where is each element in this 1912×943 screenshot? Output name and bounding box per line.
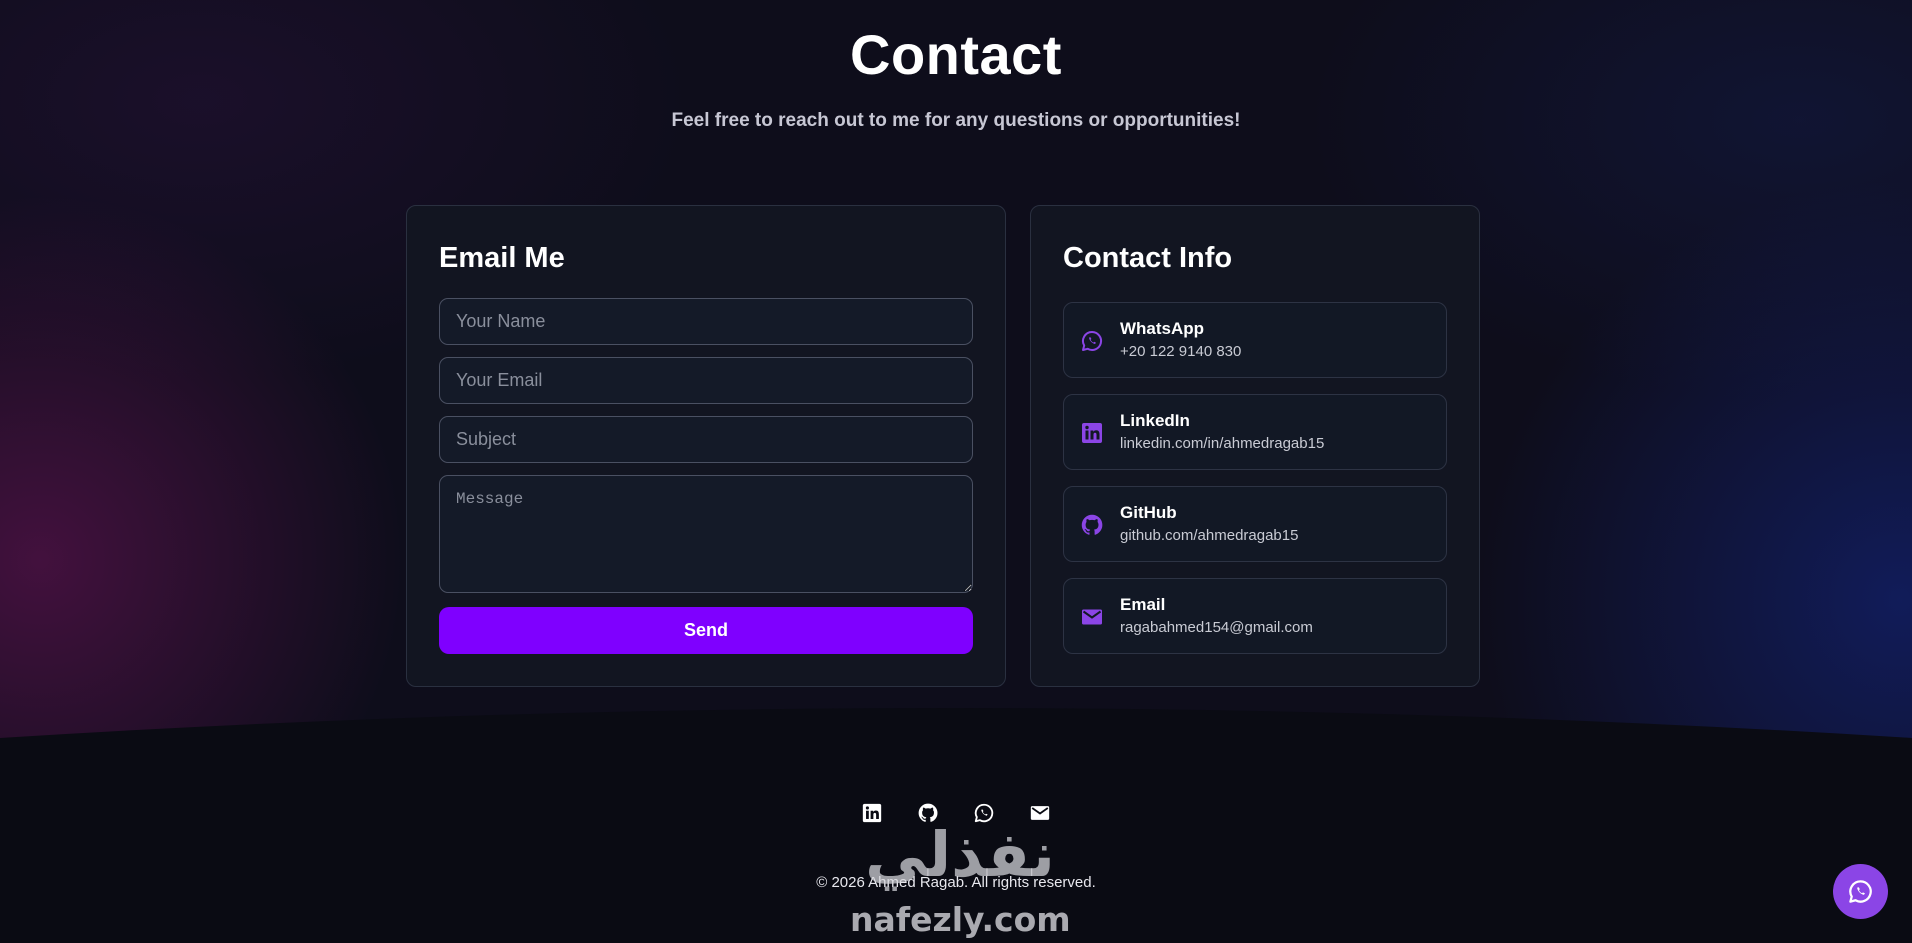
email-form-card: Email Me Send xyxy=(406,205,1006,687)
name-input[interactable] xyxy=(439,298,973,345)
contact-item-email[interactable]: Email ragabahmed154@gmail.com xyxy=(1063,578,1447,654)
contact-item-label: WhatsApp xyxy=(1120,319,1205,338)
page-subtitle: Feel free to reach out to me for any que… xyxy=(671,110,1241,131)
contact-item-label: LinkedIn xyxy=(1120,411,1190,430)
contact-info-title: Contact Info xyxy=(1063,242,1233,274)
contact-item-label: GitHub xyxy=(1120,503,1177,522)
contact-item-value: github.com/ahmedragab15 xyxy=(1120,527,1299,544)
github-icon xyxy=(1081,514,1103,535)
mail-icon xyxy=(1082,609,1102,625)
watermark-logo: نفذلي nafezly.com xyxy=(850,818,1071,943)
send-button[interactable]: Send xyxy=(439,607,973,654)
linkedin-icon xyxy=(1082,423,1102,443)
contact-item-github[interactable]: GitHub github.com/ahmedragab15 xyxy=(1063,486,1447,562)
contact-info-card: Contact Info WhatsApp +20 122 9140 830 L… xyxy=(1030,205,1480,687)
contact-item-value: linkedin.com/in/ahmedragab15 xyxy=(1120,435,1325,452)
watermark-latin: nafezly.com xyxy=(850,900,1071,939)
subject-input[interactable] xyxy=(439,416,973,463)
email-input[interactable] xyxy=(439,357,973,404)
email-form-title: Email Me xyxy=(439,242,565,274)
contact-item-value: ragabahmed154@gmail.com xyxy=(1120,619,1313,636)
message-textarea[interactable] xyxy=(439,475,973,593)
whatsapp-icon xyxy=(1082,330,1103,351)
contact-item-linkedin[interactable]: LinkedIn linkedin.com/in/ahmedragab15 xyxy=(1063,394,1447,470)
whatsapp-floating-button[interactable] xyxy=(1833,864,1888,919)
watermark-arabic: نفذلي xyxy=(865,818,1055,891)
contact-item-label: Email xyxy=(1120,595,1166,614)
contact-item-whatsapp[interactable]: WhatsApp +20 122 9140 830 xyxy=(1063,302,1447,378)
whatsapp-icon xyxy=(1849,880,1872,903)
page-title: Contact xyxy=(850,23,1062,86)
contact-item-value: +20 122 9140 830 xyxy=(1120,343,1242,360)
